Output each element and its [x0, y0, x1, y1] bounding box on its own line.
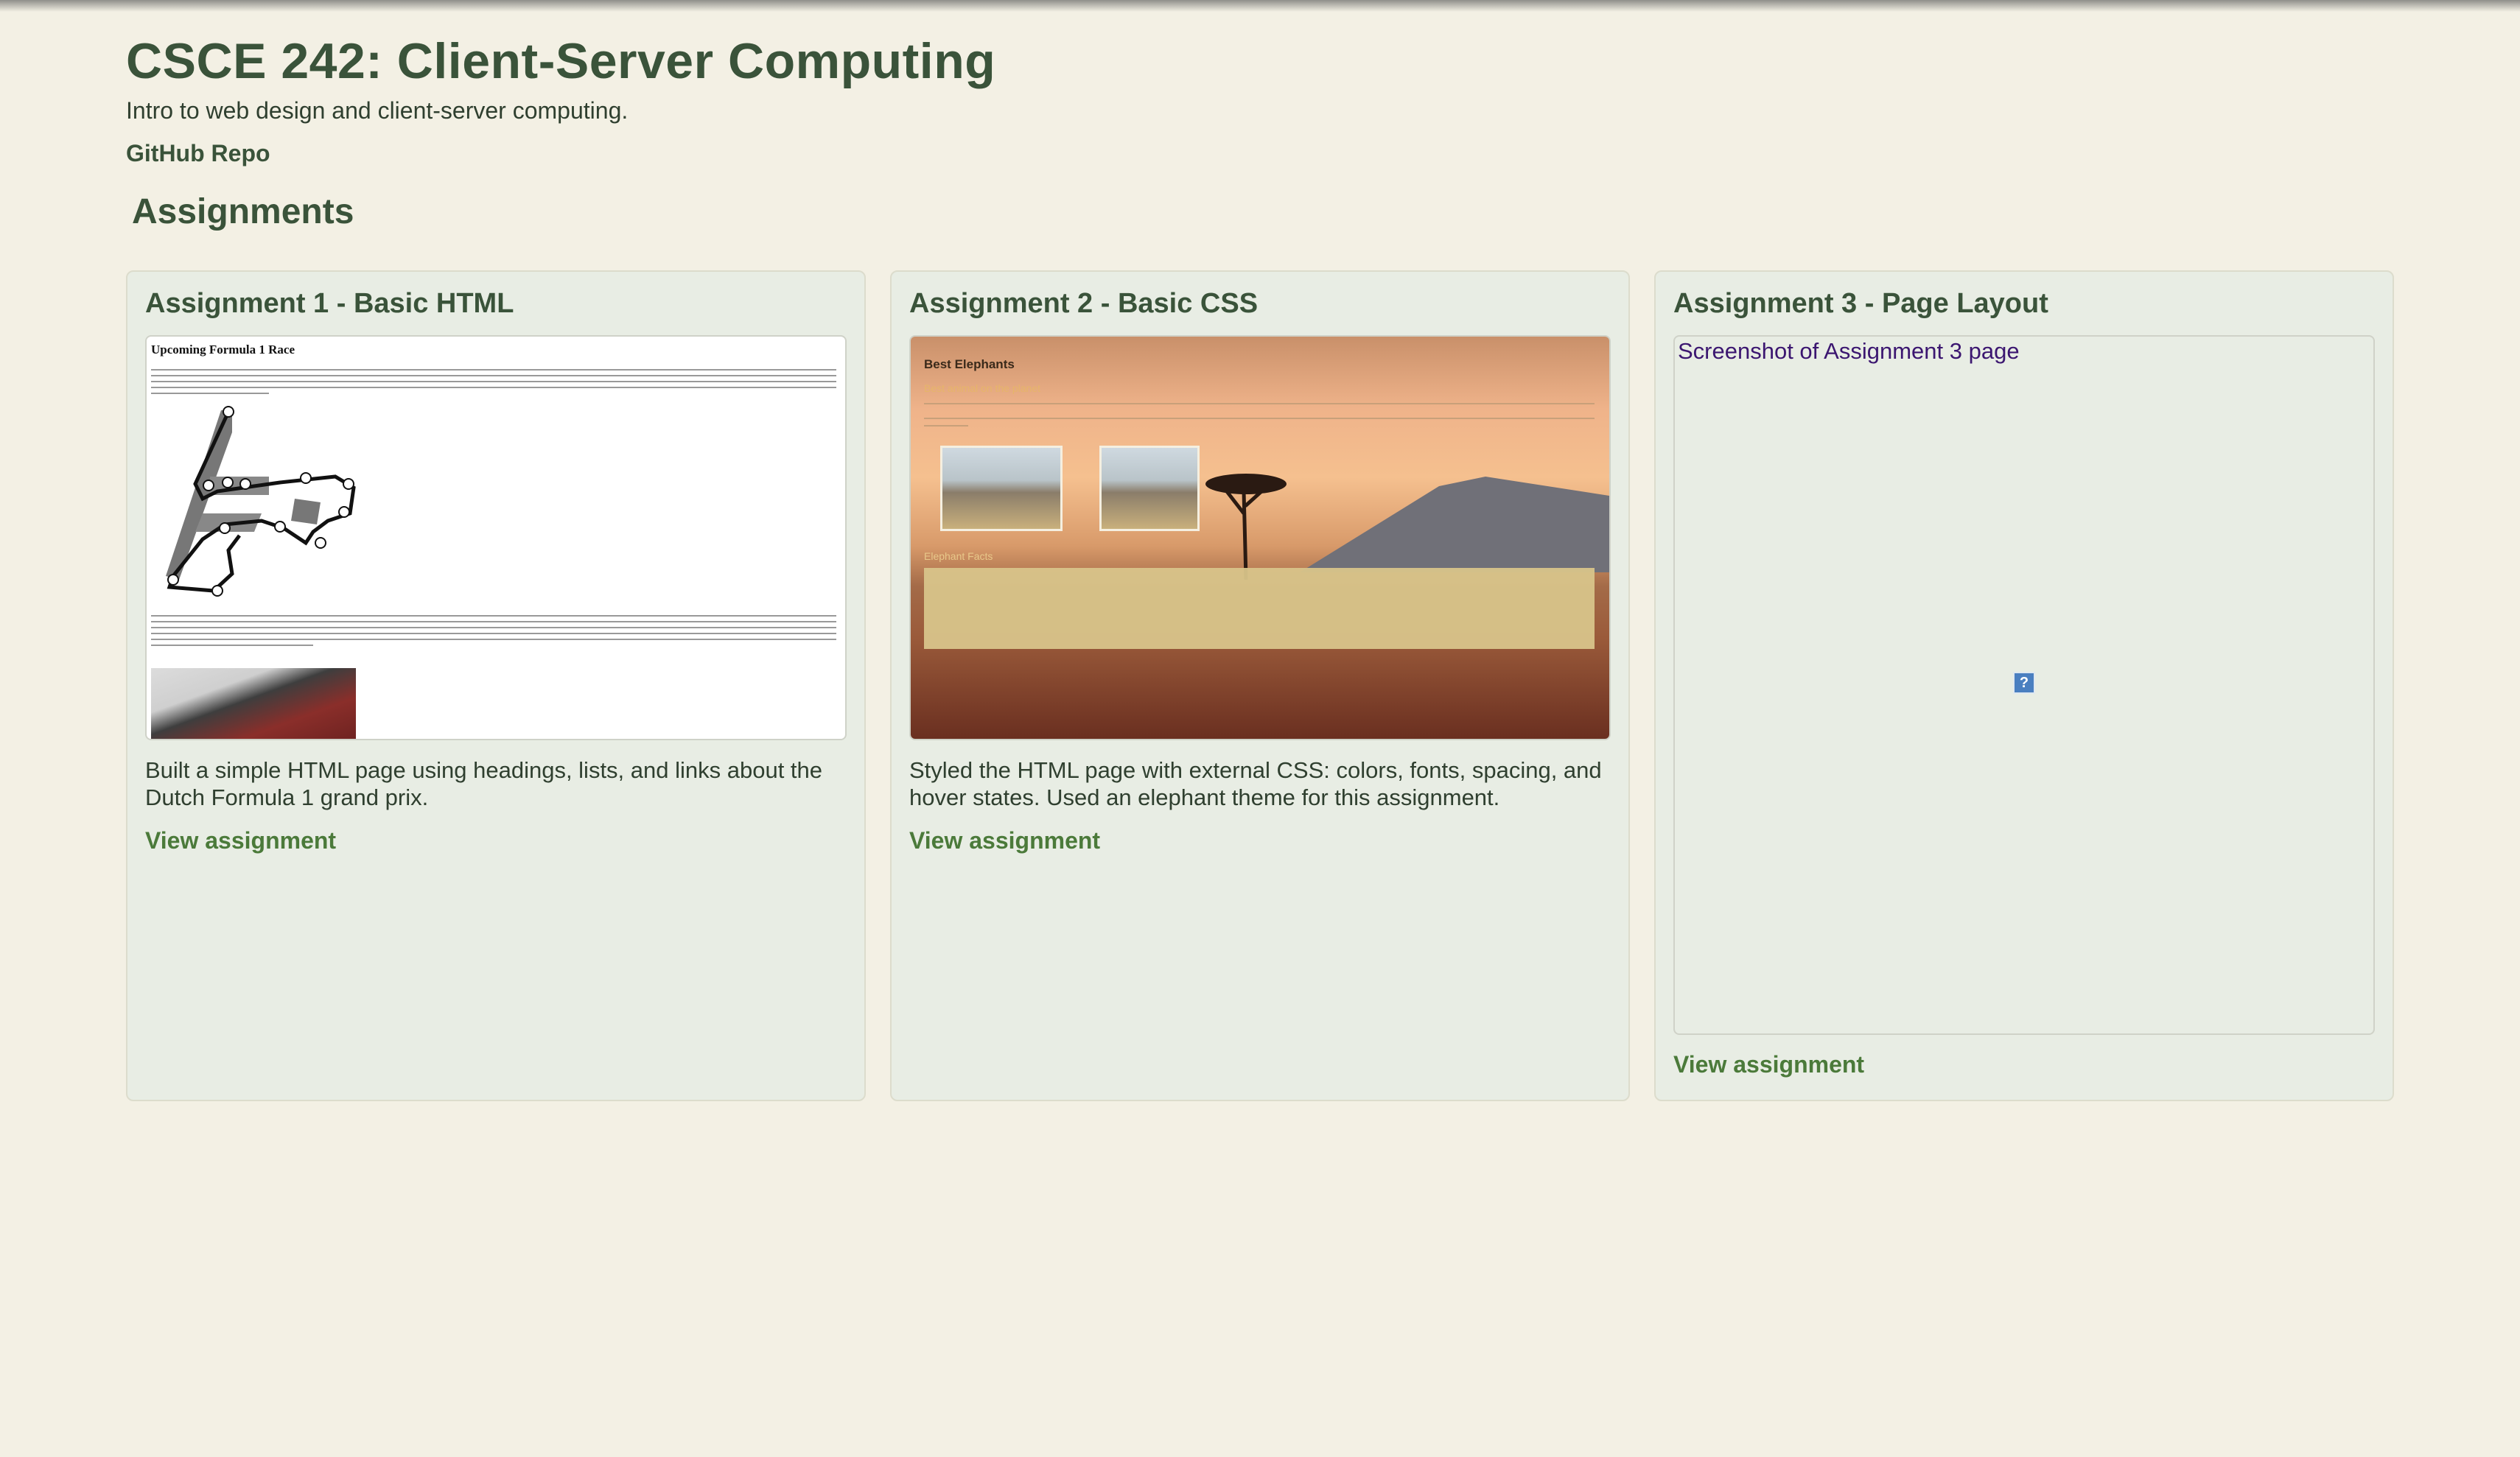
- race-photo: [151, 668, 356, 739]
- view-assignment-3-link[interactable]: View assignment: [1673, 1051, 1864, 1078]
- facts-table: [924, 568, 1595, 649]
- assignments-heading: Assignments: [132, 192, 354, 231]
- card-title: Assignment 1 - Basic HTML: [145, 288, 514, 319]
- card-description: Built a simple HTML page using headings,…: [145, 757, 823, 810]
- text-line: [924, 403, 1595, 404]
- text-line: [151, 615, 836, 617]
- assignment-3-screenshot: Screenshot of Assignment 3 page ?: [1673, 335, 2375, 1035]
- text-line: [151, 621, 836, 622]
- elephant-photo-2: [1099, 446, 1200, 531]
- view-assignment-1-link[interactable]: View assignment: [145, 827, 336, 854]
- elephant-photo-1: [940, 446, 1063, 531]
- text-line: [151, 393, 269, 394]
- card-title: Assignment 3 - Page Layout: [1673, 288, 2048, 319]
- text-line: [151, 387, 836, 388]
- text-line: [151, 639, 836, 640]
- page-subtitle: Intro to web design and client-server co…: [126, 97, 629, 124]
- screenshot-heading: Best Elephants: [924, 357, 1015, 371]
- broken-image-icon: ?: [2013, 672, 2035, 694]
- text-line: [924, 425, 968, 426]
- window-top-shadow: [0, 0, 2520, 12]
- text-line: [151, 645, 313, 646]
- mountain-shape: [1300, 477, 1609, 572]
- assignment-card-3: Assignment 3 - Page Layout Screenshot of…: [1654, 270, 2394, 1101]
- table-heading: Elephant Facts: [924, 550, 993, 562]
- screenshot-heading: Upcoming Formula 1 Race: [151, 343, 295, 357]
- page-title: CSCE 242: Client-Server Computing: [126, 33, 996, 89]
- assignment-1-screenshot: Upcoming Formula 1 Race: [145, 335, 847, 740]
- assignment-2-screenshot: Best Elephants Best animal on the planet…: [909, 335, 1611, 740]
- assignment-card-2: Assignment 2 - Basic CSS Best Elephants …: [890, 270, 1630, 1101]
- view-assignment-2-link[interactable]: View assignment: [909, 827, 1100, 854]
- text-line: [151, 627, 836, 628]
- screenshot-subheading: Best animal on the planet: [924, 382, 1040, 394]
- text-line: [151, 375, 836, 376]
- text-line: [151, 369, 836, 371]
- card-title: Assignment 2 - Basic CSS: [909, 288, 1259, 319]
- github-repo-link[interactable]: GitHub Repo: [126, 140, 270, 167]
- text-line: [924, 418, 1595, 419]
- image-alt-text: Screenshot of Assignment 3 page: [1678, 338, 2020, 364]
- acacia-tree: [1205, 474, 1287, 580]
- card-description: Styled the HTML page with external CSS: …: [909, 757, 1602, 810]
- text-line: [151, 633, 836, 634]
- race-track-map: [166, 406, 356, 597]
- assignment-card-1: Assignment 1 - Basic HTML Upcoming Formu…: [126, 270, 866, 1101]
- text-line: [151, 381, 836, 382]
